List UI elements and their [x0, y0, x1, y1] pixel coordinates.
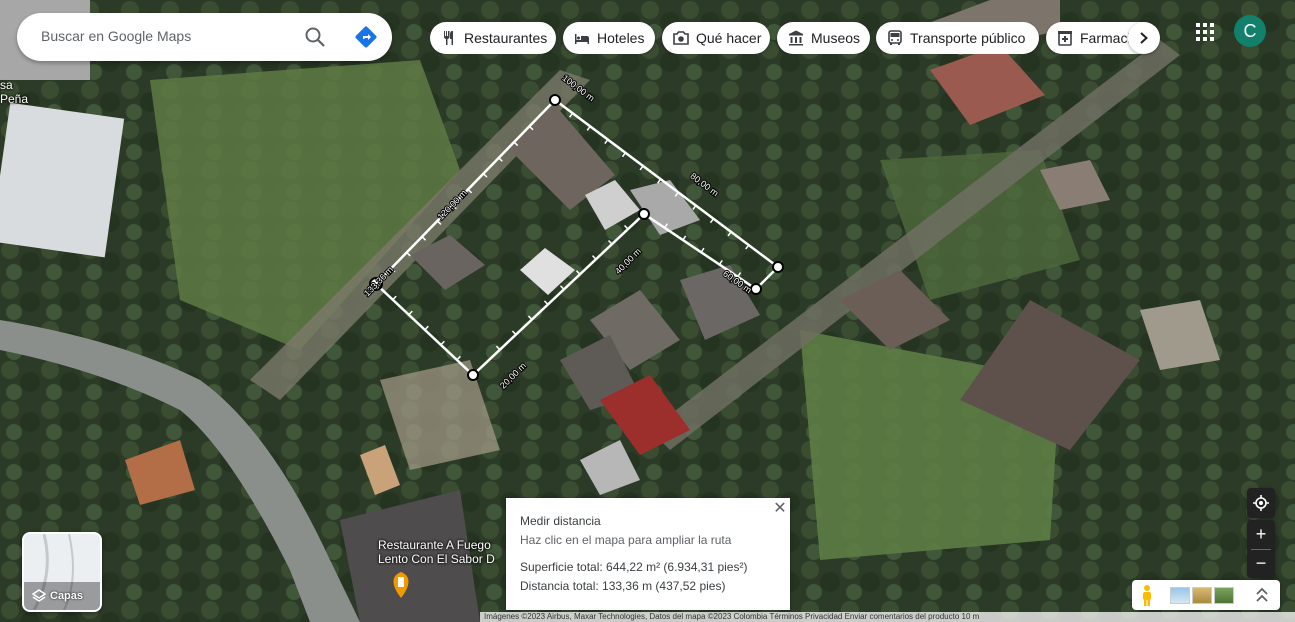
measure-vertex[interactable] — [638, 208, 650, 220]
measure-title: Medir distancia — [520, 514, 601, 528]
measure-hint: Haz clic en el mapa para ampliar la ruta — [520, 533, 732, 547]
imagery-thumbnail[interactable] — [1170, 587, 1190, 604]
chip-transporte-publico[interactable]: Transporte público — [876, 22, 1039, 54]
expand-icon[interactable] — [1254, 586, 1270, 604]
zoom-out-button[interactable]: − — [1247, 549, 1275, 577]
camera-icon — [673, 31, 689, 45]
close-icon[interactable]: ✕ — [772, 501, 788, 517]
chevron-right-icon — [1140, 32, 1148, 44]
fork-knife-icon — [444, 31, 453, 45]
my-location-icon — [1253, 495, 1269, 511]
zoom-in-button[interactable]: + — [1247, 520, 1275, 548]
chip-restaurantes[interactable]: Restaurantes — [430, 22, 556, 54]
chips-next-button[interactable] — [1128, 22, 1160, 54]
apps-grid-icon[interactable] — [1193, 20, 1217, 44]
measure-vertex[interactable] — [467, 369, 479, 381]
bottom-controls — [1132, 580, 1280, 610]
directions-icon[interactable] — [354, 25, 378, 49]
my-location-button[interactable] — [1247, 488, 1275, 518]
museum-icon — [789, 30, 803, 46]
chip-museos[interactable]: Museos — [777, 22, 870, 54]
category-chips: Restaurantes Hoteles Qué hacer Museos Tr… — [430, 22, 1160, 54]
measure-distance: Distancia total: 133,36 m (437,52 pies) — [520, 579, 726, 593]
account-avatar[interactable]: C — [1234, 15, 1266, 47]
search-input[interactable]: Buscar en Google Maps — [41, 28, 191, 44]
measure-vertex[interactable] — [772, 261, 784, 273]
search-icon[interactable] — [303, 25, 327, 49]
measure-vertex[interactable] — [549, 94, 561, 106]
zoom-controls: + − — [1247, 520, 1275, 578]
restaurant-label[interactable]: Restaurante A Fuego Lento Con El Sabor D — [378, 538, 495, 566]
measure-area: Superficie total: 644,22 m² (6.934,31 pi… — [520, 560, 748, 574]
bus-icon — [888, 30, 902, 45]
imagery-thumbnail[interactable] — [1214, 587, 1234, 604]
search-box[interactable]: Buscar en Google Maps — [17, 13, 392, 61]
layers-icon — [32, 589, 46, 602]
map-place-label[interactable]: sa Peña — [0, 78, 28, 106]
layers-button[interactable]: Capas — [22, 532, 102, 612]
map-credits: Imágenes ©2023 Airbus, Maxar Technologie… — [480, 612, 1295, 622]
chip-hoteles[interactable]: Hoteles — [563, 22, 655, 54]
imagery-thumbnails[interactable] — [1170, 587, 1234, 604]
imagery-thumbnail[interactable] — [1192, 587, 1212, 604]
bed-icon — [575, 34, 589, 44]
chip-que-hacer[interactable]: Qué hacer — [662, 22, 770, 54]
pegman-icon[interactable] — [1140, 584, 1154, 606]
pharmacy-icon — [1058, 31, 1072, 46]
measure-distance-panel: Medir distancia Haz clic en el mapa para… — [506, 498, 790, 610]
